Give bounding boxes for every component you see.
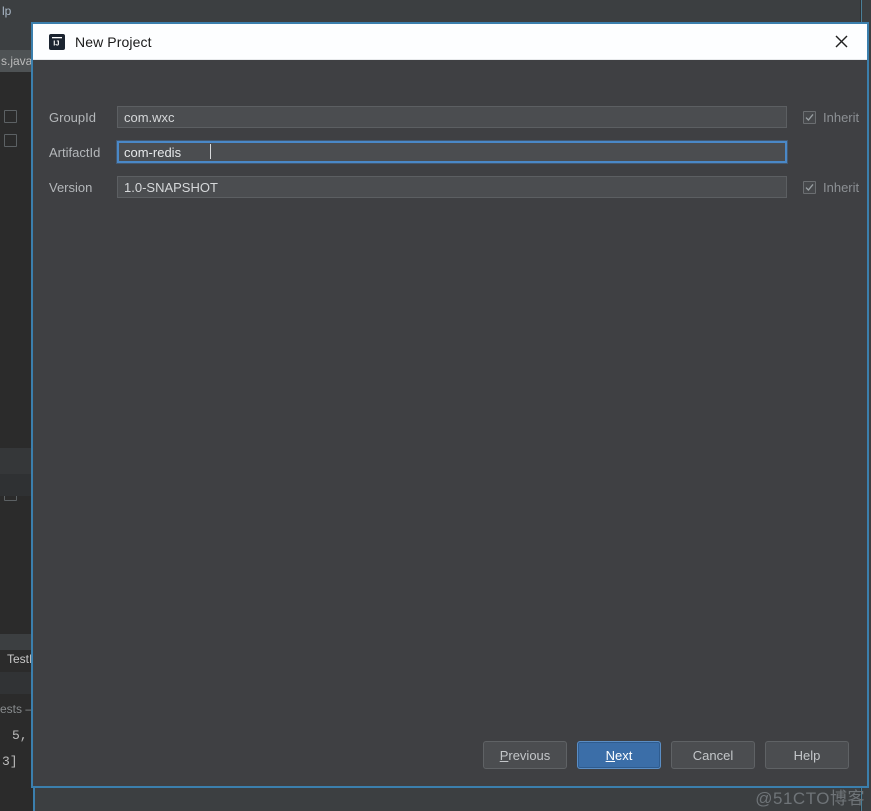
groupid-inherit-group[interactable]: Inherit bbox=[803, 106, 859, 128]
gutter-icon-1[interactable] bbox=[4, 110, 17, 123]
next-mnemonic: N bbox=[605, 747, 616, 763]
dialog-body: GroupId Inherit ArtifactId Version bbox=[33, 60, 867, 724]
cancel-label: Cancel bbox=[692, 747, 734, 763]
cancel-button[interactable]: Cancel bbox=[671, 741, 755, 769]
form-row-version: Version bbox=[33, 176, 867, 198]
dialog-titlebar: IJ New Project bbox=[33, 24, 867, 60]
previous-label: revious bbox=[508, 747, 551, 763]
tool-window-band-1 bbox=[0, 448, 33, 474]
version-input[interactable] bbox=[117, 176, 787, 198]
previous-mnemonic: P bbox=[499, 747, 509, 763]
groupid-inherit-checkbox[interactable] bbox=[803, 110, 816, 124]
ide-tabstrip bbox=[0, 22, 33, 51]
tool-window-band-4 bbox=[0, 672, 33, 694]
dialog-footer: Previous Next Cancel Help bbox=[33, 724, 867, 786]
tests-summary-fragment: ests – bbox=[0, 702, 33, 716]
version-inherit-label: Inherit bbox=[823, 179, 860, 195]
form-row-artifactid: ArtifactId bbox=[33, 141, 867, 163]
svg-text:IJ: IJ bbox=[53, 38, 59, 47]
next-label: ext bbox=[615, 747, 633, 763]
groupid-inherit-label: Inherit bbox=[823, 109, 860, 125]
gutter-icon-2[interactable] bbox=[4, 134, 17, 147]
console-line-fragment-2: 3] bbox=[2, 754, 18, 769]
close-icon[interactable] bbox=[823, 24, 859, 59]
new-project-dialog: IJ New Project GroupId Inherit bbox=[31, 22, 869, 788]
previous-button[interactable]: Previous bbox=[483, 741, 567, 769]
artifactid-label: ArtifactId bbox=[49, 144, 101, 160]
intellij-idea-icon: IJ bbox=[49, 33, 65, 50]
dialog-title: New Project bbox=[75, 33, 152, 50]
tool-window-band-2 bbox=[0, 474, 33, 496]
artifactid-input[interactable] bbox=[117, 141, 787, 163]
form-row-groupid: GroupId bbox=[33, 106, 867, 128]
version-inherit-group[interactable]: Inherit bbox=[803, 176, 859, 198]
tool-window-band-3 bbox=[0, 634, 33, 650]
ide-menubar-fragment[interactable]: lp bbox=[0, 0, 33, 22]
next-button[interactable]: Next bbox=[577, 741, 661, 769]
version-inherit-checkbox[interactable] bbox=[803, 180, 816, 194]
groupid-label: GroupId bbox=[49, 109, 96, 125]
groupid-input[interactable] bbox=[117, 106, 787, 128]
editor-tab-fragment[interactable]: s.java bbox=[0, 50, 33, 72]
version-label: Version bbox=[49, 179, 93, 195]
help-label: Help bbox=[793, 747, 821, 763]
help-button[interactable]: Help bbox=[765, 741, 849, 769]
text-caret bbox=[210, 144, 211, 159]
